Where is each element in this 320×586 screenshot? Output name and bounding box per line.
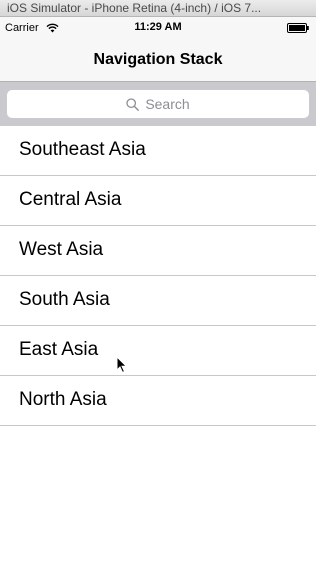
table-row[interactable]: South Asia <box>0 276 316 326</box>
search-icon <box>126 97 140 111</box>
row-label: North Asia <box>19 389 107 410</box>
row-label: Central Asia <box>19 189 122 210</box>
table-row[interactable]: West Asia <box>0 226 316 276</box>
row-label: South Asia <box>19 289 110 310</box>
search-bar: Search <box>0 82 316 126</box>
table-row[interactable]: Central Asia <box>0 176 316 226</box>
search-placeholder: Search <box>145 96 190 112</box>
mouse-cursor-icon <box>116 356 128 374</box>
search-input[interactable]: Search <box>7 90 309 118</box>
nav-title: Navigation Stack <box>93 51 223 68</box>
table-row[interactable]: East Asia <box>0 326 316 376</box>
battery-icon <box>287 23 309 33</box>
table-row[interactable]: North Asia <box>0 376 316 426</box>
simulator-title-bar: iOS Simulator - iPhone Retina (4-inch) /… <box>0 0 316 17</box>
simulator-title: iOS Simulator - iPhone Retina (4-inch) /… <box>7 1 262 15</box>
navigation-bar: Navigation Stack <box>0 39 316 82</box>
status-time: 11:29 AM <box>134 21 182 33</box>
status-bar: Carrier 11:29 AM <box>0 17 316 39</box>
region-table: Southeast Asia Central Asia West Asia So… <box>0 126 316 426</box>
row-label: Southeast Asia <box>19 139 146 160</box>
table-row[interactable]: Southeast Asia <box>0 126 316 176</box>
row-label: West Asia <box>19 239 104 260</box>
row-label: East Asia <box>19 339 99 360</box>
